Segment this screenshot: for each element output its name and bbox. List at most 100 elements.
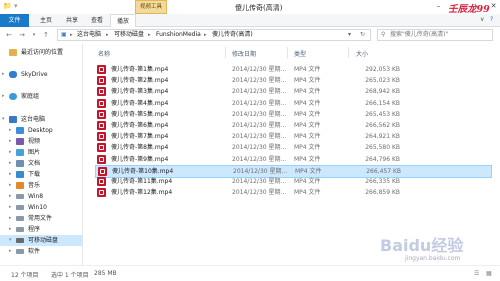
expand-arrow-icon[interactable]: ▸: [9, 180, 12, 191]
search-input[interactable]: ⚲ 搜索"傻儿传奇(高清)": [377, 29, 493, 41]
details-view-icon[interactable]: ☰: [474, 270, 479, 277]
expand-arrow-icon[interactable]: ▸: [9, 125, 12, 136]
file-type: MP4 文件: [294, 77, 321, 85]
breadcrumb-current-folder[interactable]: 傻儿传奇(高清): [212, 30, 253, 40]
ribbon-tabs: 文件 主页 共享 查看 播放 ∨ ?: [0, 14, 500, 27]
sidebar-item-videos[interactable]: ▸ 视频: [0, 136, 82, 147]
file-type: MP4 文件: [294, 155, 321, 163]
expand-arrow-icon[interactable]: ▸: [9, 213, 12, 224]
sidebar-item-skydrive[interactable]: ▸ SkyDrive: [0, 69, 82, 80]
sidebar-item-homegroup[interactable]: ▸ 家庭组: [0, 91, 82, 102]
file-name: 傻儿传奇-第11集.mp4: [111, 178, 173, 185]
address-dropdown-icon[interactable]: ▾: [348, 30, 351, 40]
column-header-type[interactable]: 类型: [294, 49, 306, 58]
expand-arrow-icon[interactable]: ▸: [9, 224, 12, 235]
expand-ribbon-icon[interactable]: ∨: [480, 16, 484, 23]
file-row[interactable]: 傻儿传奇-第6集.mp4 2014/12/30 星期... MP4 文件 266,56…: [95, 120, 490, 131]
column-divider[interactable]: [225, 47, 226, 58]
sidebar-item-pictures[interactable]: ▸ 图片: [0, 147, 82, 158]
mp4-file-icon: [97, 76, 106, 86]
selected-size: 285 MB: [94, 270, 117, 277]
sidebar-item-win10[interactable]: ▸ Win10: [0, 202, 82, 213]
sidebar-item-label: 最近访问的位置: [21, 49, 64, 56]
collapse-arrow-icon[interactable]: ▾: [9, 235, 12, 246]
expand-arrow-icon[interactable]: ▸: [9, 158, 12, 169]
sidebar-item-desktop[interactable]: ▸ Desktop: [0, 125, 82, 136]
refresh-icon[interactable]: ↻: [360, 30, 365, 40]
up-arrow-icon[interactable]: ↑: [41, 30, 51, 40]
close-icon[interactable]: ✕: [488, 1, 499, 12]
breadcrumb-removable-disk[interactable]: 可移动磁盘: [114, 30, 144, 40]
expand-arrow-icon[interactable]: ▸: [9, 147, 12, 158]
sidebar-item-programs[interactable]: ▸ 程序: [0, 224, 82, 235]
large-icons-view-icon[interactable]: ▦: [486, 270, 492, 277]
expand-arrow-icon[interactable]: ▸: [9, 246, 12, 257]
forward-arrow-icon[interactable]: →: [17, 30, 27, 40]
column-divider[interactable]: [287, 47, 288, 58]
file-row[interactable]: 傻儿传奇-第3集.mp4 2014/12/30 星期... MP4 文件 268,94…: [95, 86, 490, 97]
breadcrumb-separator-icon[interactable]: ▸: [204, 30, 207, 40]
expand-arrow-icon[interactable]: ▸: [9, 136, 12, 147]
file-type: MP4 文件: [294, 110, 321, 118]
expand-arrow-icon[interactable]: ▸: [2, 91, 5, 102]
expand-arrow-icon[interactable]: ▸: [9, 202, 12, 213]
address-bar[interactable]: ▣ ▸ 这台电脑 ▸ 可移动磁盘 ▸ FunshionMedia ▸ 傻儿传奇(…: [57, 29, 371, 41]
tab-home[interactable]: 主页: [36, 14, 56, 27]
sidebar-item-this-pc[interactable]: ▾ 这台电脑: [0, 114, 82, 125]
sidebar-item-recent-places[interactable]: 最近访问的位置: [0, 47, 82, 58]
tab-share[interactable]: 共享: [62, 14, 82, 27]
sidebar-item-software[interactable]: ▸ 软件: [0, 246, 82, 257]
file-row[interactable]: 傻儿传奇-第11集.mp4 2014/12/30 星期... MP4 文件 266,3…: [95, 176, 490, 187]
column-divider[interactable]: [348, 47, 349, 58]
file-row[interactable]: 傻儿传奇-第2集.mp4 2014/12/30 星期... MP4 文件 265,02…: [95, 75, 490, 86]
sidebar-item-common-files[interactable]: ▸ 常用文件: [0, 213, 82, 224]
help-icon[interactable]: ?: [490, 16, 493, 23]
file-row[interactable]: 傻儿传奇-第5集.mp4 2014/12/30 星期... MP4 文件 265,45…: [95, 109, 490, 120]
file-name: 傻儿传奇-第12集.mp4: [111, 189, 173, 197]
breadcrumb-separator-icon[interactable]: ▸: [148, 30, 151, 40]
expand-arrow-icon[interactable]: ▸: [2, 69, 5, 80]
mp4-file-icon: [98, 166, 107, 176]
sidebar-item-downloads[interactable]: ▸ 下载: [0, 169, 82, 180]
removable-drive-icon: [16, 238, 24, 243]
column-header-size[interactable]: 大小: [356, 49, 368, 58]
file-row[interactable]: 傻儿传奇-第8集.mp4 2014/12/30 星期... MP4 文件 265,58…: [95, 142, 490, 153]
breadcrumb-separator-icon[interactable]: ▸: [106, 30, 109, 40]
tab-view[interactable]: 查看: [87, 14, 107, 27]
recent-locations-icon[interactable]: ▾: [29, 30, 39, 40]
file-row[interactable]: 傻儿传奇-第1集.mp4 2014/12/30 星期... MP4 文件 292,05…: [95, 64, 490, 75]
sidebar-item-music[interactable]: ▸ 音乐: [0, 180, 82, 191]
file-size: 266,562 KB: [365, 122, 400, 129]
file-type: MP4 文件: [294, 178, 321, 185]
tab-play[interactable]: 播放: [110, 14, 136, 27]
file-type: MP4 文件: [294, 144, 321, 152]
file-row[interactable]: 傻儿传奇-第12集.mp4 2014/12/30 星期... MP4 文件 266,8…: [95, 187, 490, 198]
video-tools-context-tab[interactable]: 视频工具: [135, 0, 167, 14]
sidebar-item-removable-disk[interactable]: ▾ 可移动磁盘: [0, 235, 82, 246]
file-type: MP4 文件: [294, 189, 321, 197]
mp4-file-icon: [97, 143, 106, 153]
back-arrow-icon[interactable]: ←: [4, 30, 14, 40]
file-size: 266,859 KB: [365, 189, 400, 197]
breadcrumb-separator-icon[interactable]: ▸: [70, 30, 73, 40]
search-icon: ⚲: [381, 31, 386, 38]
column-header-date[interactable]: 修改日期: [232, 49, 256, 58]
sidebar-item-label: 家庭组: [21, 93, 40, 100]
file-row[interactable]: 傻儿传奇-第7集.mp4 2014/12/30 星期... MP4 文件 264,92…: [95, 131, 490, 142]
file-row[interactable]: 傻儿传奇-第9集.mp4 2014/12/30 星期... MP4 文件 264,79…: [95, 154, 490, 165]
quick-access-arrow-icon[interactable]: ▾: [14, 3, 18, 10]
sidebar-item-win8[interactable]: ▸ Win8: [0, 191, 82, 202]
minimize-icon[interactable]: –: [433, 1, 444, 12]
file-size: 292,053 KB: [365, 66, 400, 73]
breadcrumb-computer[interactable]: 这台电脑: [77, 30, 101, 40]
collapse-arrow-icon[interactable]: ▾: [2, 114, 5, 125]
baidu-watermark-url: jingyan.baidu.com: [405, 255, 461, 262]
sidebar-item-documents[interactable]: ▸ 文档: [0, 158, 82, 169]
breadcrumb-funshionmedia[interactable]: FunshionMedia: [156, 30, 201, 40]
column-header-name[interactable]: 名称: [98, 49, 110, 58]
file-row[interactable]: 傻儿传奇-第4集.mp4 2014/12/30 星期... MP4 文件 266,15…: [95, 98, 490, 109]
expand-arrow-icon[interactable]: ▸: [9, 191, 12, 202]
expand-arrow-icon[interactable]: ▸: [9, 169, 12, 180]
tab-file[interactable]: 文件: [0, 14, 29, 27]
folder-icon: 📁: [3, 2, 12, 10]
